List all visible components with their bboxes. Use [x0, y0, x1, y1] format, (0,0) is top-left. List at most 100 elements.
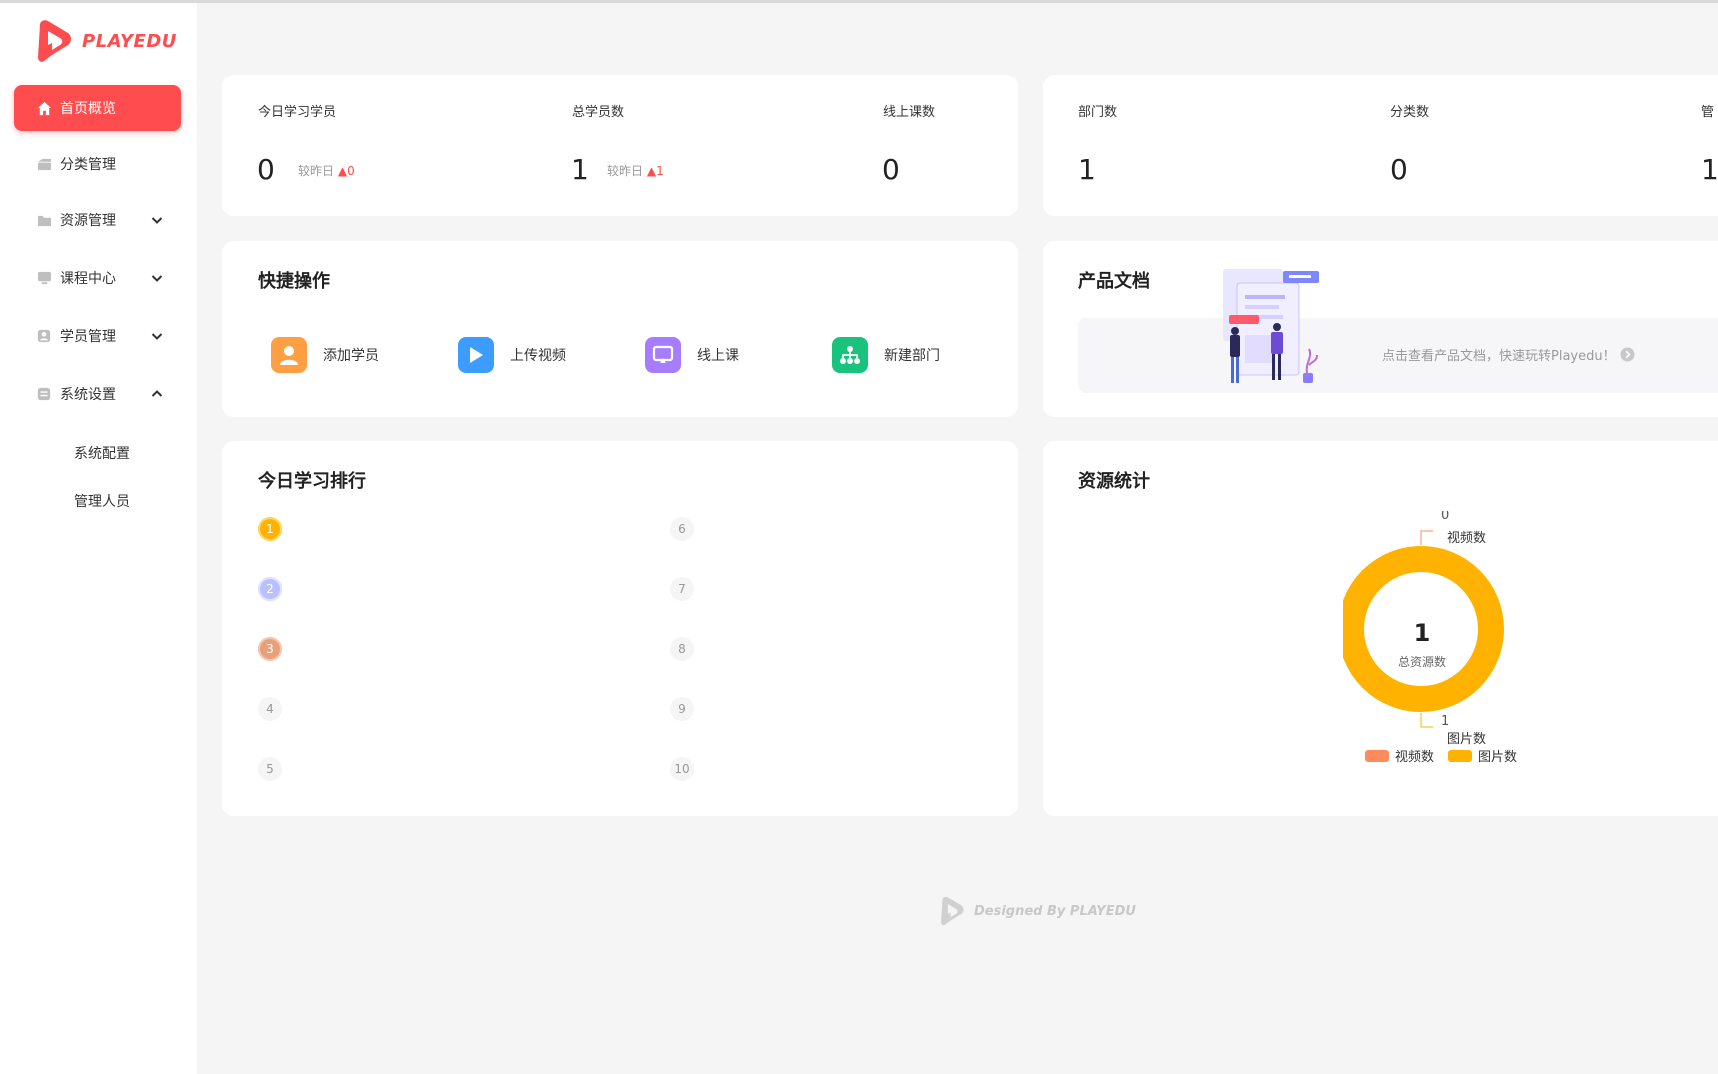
sidebar-subitem-system-config[interactable]: 系统配置	[74, 443, 130, 463]
stat-label-admins: 管	[1701, 105, 1715, 120]
resource-donut-chart: 1 总资源数 0 视频数 1 图片数	[1343, 511, 1504, 747]
brand-logo[interactable]: PLAYEDU	[34, 19, 177, 63]
resource-stats-title: 资源统计	[1078, 471, 1150, 492]
rank-badge: 7	[670, 577, 694, 601]
sidebar-item-label: 课程中心	[60, 271, 116, 287]
product-docs-title: 产品文档	[1078, 271, 1150, 292]
sidebar-item-label: 首页概览	[60, 101, 116, 117]
chevron-down-icon	[151, 333, 163, 340]
add-user-icon	[271, 337, 307, 373]
sidebar-item-resources[interactable]: 资源管理	[14, 197, 181, 243]
rank-badge: 10	[670, 757, 694, 781]
rank-badge: 5	[258, 757, 282, 781]
stat-value-today-learners: 0	[257, 153, 275, 186]
course-icon	[36, 270, 52, 286]
quick-action-label: 线上课	[697, 348, 739, 364]
donut-top-label: 视频数	[1447, 531, 1486, 546]
legend-images[interactable]: 图片数	[1448, 746, 1517, 765]
stat-value-total-learners: 1	[571, 153, 589, 186]
department-icon	[832, 337, 868, 373]
online-course-icon	[645, 337, 681, 373]
resource-stats-card: 资源统计 1 总资源数 0 视频数 1 图片数 视频数 图片数	[1043, 441, 1718, 816]
playedu-logo-icon	[38, 20, 71, 62]
legend-swatch	[1448, 749, 1472, 762]
rank-badge-gold: 1	[258, 517, 282, 541]
donut-bottom-label: 图片数	[1447, 732, 1486, 747]
stat-compare-today-learners: 较昨日 ▲0	[298, 162, 355, 179]
compare-label: 较昨日	[607, 164, 644, 178]
rank-badge-bronze: 3	[258, 637, 282, 661]
stat-label-today-learners: 今日学习学员	[258, 105, 337, 120]
category-icon	[36, 156, 52, 172]
sidebar-item-label: 资源管理	[60, 213, 116, 229]
stat-value-categories: 0	[1390, 153, 1408, 186]
quick-action-label: 上传视频	[510, 348, 566, 364]
upload-video-icon	[458, 337, 494, 373]
rank-badge: 8	[670, 637, 694, 661]
footer-brand: Designed By PLAYEDU	[938, 896, 1136, 926]
sidebar-item-courses[interactable]: 课程中心	[14, 255, 181, 301]
quick-actions-title: 快捷操作	[258, 271, 330, 292]
sidebar-subitem-admins[interactable]: 管理人员	[74, 491, 130, 511]
legend-videos[interactable]: 视频数	[1365, 746, 1434, 765]
settings-icon	[36, 386, 52, 402]
donut-total-label: 总资源数	[1398, 654, 1446, 669]
sidebar-item-label: 系统设置	[60, 387, 116, 403]
label-leader-line	[1420, 713, 1433, 728]
docs-illustration	[1223, 269, 1319, 383]
compare-up-value: ▲0	[337, 164, 355, 178]
brand-name: PLAYEDU	[82, 30, 177, 52]
quick-action-label: 添加学员	[323, 348, 379, 364]
user-icon	[36, 328, 52, 344]
quick-actions-card: 快捷操作 添加学员 上传视频 线上课 新建部门	[222, 241, 1018, 417]
stat-value-admins: 1	[1701, 153, 1718, 186]
home-icon	[36, 100, 52, 116]
rank-badge: 4	[258, 697, 282, 721]
compare-label: 较昨日	[298, 164, 335, 178]
sidebar-item-home[interactable]: 首页概览	[14, 85, 181, 131]
chevron-up-icon	[151, 390, 163, 397]
stat-label-categories: 分类数	[1390, 105, 1430, 120]
product-docs-card: 产品文档 点击查看产品文档，快速玩转Playedu！	[1043, 241, 1718, 417]
sidebar-item-learners[interactable]: 学员管理	[14, 313, 181, 359]
quick-action-upload-video[interactable]: 上传视频	[458, 337, 566, 373]
stat-compare-total-learners: 较昨日 ▲1	[607, 162, 664, 179]
sidebar: PLAYEDU 首页概览 分类管理 资源管理 课程中心 学员管理 系统设置 系统…	[0, 3, 197, 1074]
ranking-title: 今日学习排行	[258, 471, 366, 492]
sidebar-item-category[interactable]: 分类管理	[14, 141, 181, 187]
compare-up-value: ▲1	[646, 164, 664, 178]
sidebar-item-label: 学员管理	[60, 329, 116, 345]
legend-label: 视频数	[1395, 750, 1435, 765]
rank-badge: 9	[670, 697, 694, 721]
sidebar-item-label: 分类管理	[60, 157, 116, 173]
legend-label: 图片数	[1478, 750, 1518, 765]
chevron-down-icon	[151, 275, 163, 282]
label-leader-line	[1420, 530, 1433, 545]
quick-action-new-department[interactable]: 新建部门	[832, 337, 940, 373]
rank-badge-silver: 2	[258, 577, 282, 601]
quick-action-add-learner[interactable]: 添加学员	[271, 337, 379, 373]
chevron-down-icon	[151, 217, 163, 224]
product-docs-link-text: 点击查看产品文档，快速玩转Playedu！	[1382, 349, 1616, 364]
folder-icon	[36, 212, 52, 228]
product-docs-link[interactable]: 点击查看产品文档，快速玩转Playedu！	[1382, 345, 1635, 364]
donut-bottom-value: 1	[1441, 714, 1449, 729]
stat-value-online-courses: 0	[882, 153, 900, 186]
stat-value-departments: 1	[1078, 153, 1096, 186]
donut-total-value: 1	[1414, 619, 1431, 647]
sidebar-item-settings[interactable]: 系统设置	[14, 371, 181, 417]
legend-swatch	[1365, 749, 1389, 762]
playedu-footer-logo-icon	[941, 896, 964, 926]
footer-text: Designed By PLAYEDU	[974, 903, 1136, 919]
quick-action-label: 新建部门	[884, 348, 940, 364]
stat-label-total-learners: 总学员数	[572, 105, 625, 120]
donut-top-value: 0	[1441, 511, 1449, 523]
arrow-right-circle-icon	[1620, 347, 1635, 362]
window-top-border	[0, 0, 1718, 3]
learning-ranking-card: 今日学习排行 1 2 3 4 5 6 7 8 9 10	[222, 441, 1018, 816]
stat-label-online-courses: 线上课数	[883, 105, 936, 120]
rank-badge: 6	[670, 517, 694, 541]
stat-label-departments: 部门数	[1078, 105, 1118, 120]
quick-action-online-course[interactable]: 线上课	[645, 337, 739, 373]
stats-card-org: 部门数 1 分类数 0 管 1	[1043, 75, 1718, 216]
